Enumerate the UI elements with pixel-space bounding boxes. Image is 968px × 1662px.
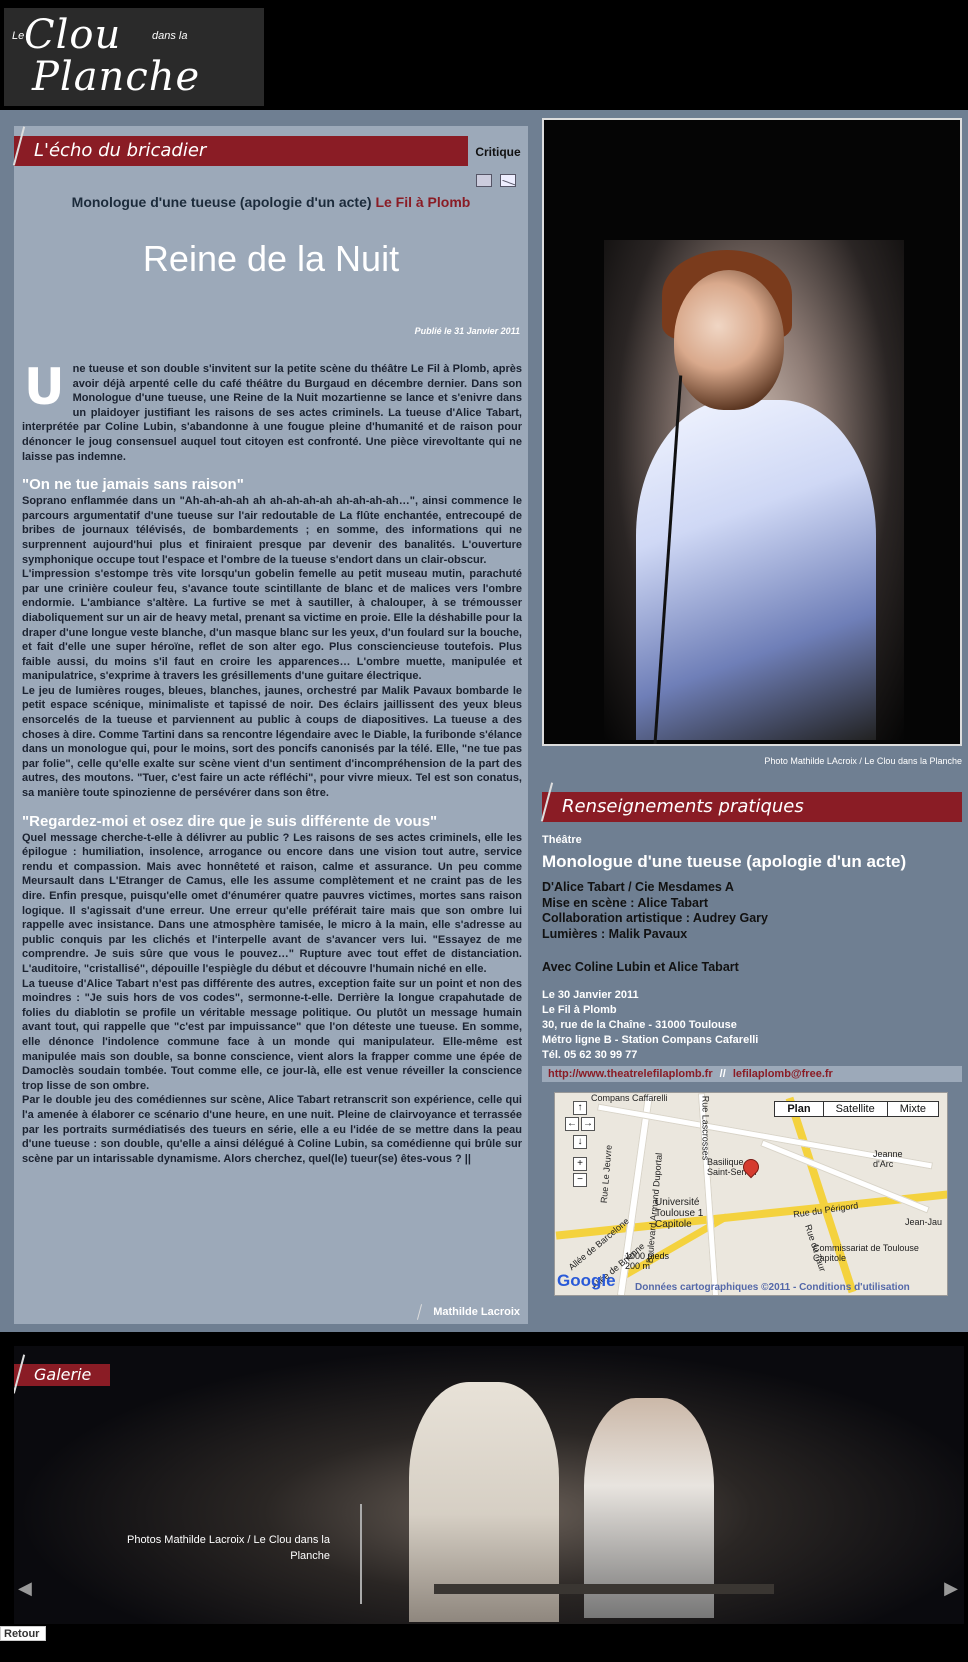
scale-meters: 200 m: [625, 1261, 651, 1271]
map-terms-link[interactable]: Données cartographiques ©2011 - Conditio…: [635, 1282, 910, 1293]
links-bar: http://www.theatrelefilaplomb.fr // lefi…: [542, 1066, 962, 1082]
section-banner-gallery: Galerie: [14, 1354, 110, 1394]
link-separator: //: [719, 1068, 726, 1080]
category-tag[interactable]: Critique: [468, 136, 528, 166]
article-body: U ne tueuse et son double s'invitent sur…: [22, 362, 522, 1166]
stage-table: [434, 1584, 774, 1594]
show-credits: D'Alice Tabart / Cie Mesdames A Mise en …: [542, 880, 768, 942]
map-satellite-button[interactable]: Satellite: [822, 1102, 887, 1116]
map-label: Université Toulouse 1 Capitole: [655, 1197, 704, 1230]
cast-line: Avec Coline Lubin et Alice Tabart: [542, 960, 739, 974]
pan-right-icon[interactable]: →: [581, 1117, 595, 1131]
subheading: "On ne tue jamais sans raison": [22, 476, 244, 494]
article-title: Reine de la Nuit: [142, 238, 400, 279]
credit-line: Collaboration artistique : Audrey Gary: [542, 911, 768, 925]
logo-text-le: Le: [12, 30, 25, 42]
banner-tick-icon: [12, 126, 26, 166]
page-footer: Retour: [0, 1624, 968, 1662]
scale-feet: 1000 pieds: [625, 1251, 670, 1261]
section-title: Galerie: [34, 1365, 92, 1384]
subheading: "Regardez-moi et osez dire que je suis d…: [22, 812, 438, 830]
venue-address: 30, rue de la Chaîne - 31000 Toulouse: [542, 1019, 737, 1031]
email-icon[interactable]: [500, 174, 516, 187]
website-link[interactable]: http://www.theatrelefilaplomb.fr: [548, 1068, 713, 1080]
gallery-prev-icon[interactable]: ◀: [18, 1578, 32, 1599]
article-paragraph: L'impression s'estompe très vite lorsqu'…: [22, 568, 522, 683]
performer-shirt: [636, 400, 876, 740]
venue-metro: Métro ligne B - Station Compans Cafarell…: [542, 1034, 759, 1046]
article-paragraph: Quel message cherche-t-elle à délivrer a…: [22, 831, 522, 975]
map-label: Jeanne d'Arc: [873, 1149, 903, 1169]
google-logo[interactable]: Google: [557, 1271, 616, 1291]
map-label: Commissariat de Toulouse Capitole: [813, 1243, 919, 1263]
logo-text-planche: Planche: [32, 54, 201, 100]
main-content: L'écho du bricadier Critique Monologue d…: [0, 110, 968, 1332]
article-panel: L'écho du bricadier Critique Monologue d…: [12, 126, 528, 1324]
zoom-in-icon[interactable]: +: [573, 1157, 587, 1171]
signature-tick-icon: [417, 1304, 423, 1320]
section-title: L'écho du bricadier: [34, 140, 207, 161]
map-label: Jean-Jau: [905, 1217, 943, 1227]
performer-head: [674, 270, 784, 410]
venue-link[interactable]: Le Fil à Plomb: [375, 194, 470, 210]
section-title: Renseignements pratiques: [562, 796, 804, 817]
email-link[interactable]: lefilaplomb@free.fr: [733, 1068, 833, 1080]
article-paragraph: Soprano enflammée dans un "Ah-ah-ah-ah a…: [22, 495, 522, 566]
gallery-next-icon[interactable]: ▶: [944, 1578, 958, 1599]
banner-tick-icon: [540, 782, 554, 822]
credit-line: Lumières : Malik Pavaux: [542, 926, 688, 941]
stage-lamp: [360, 1504, 394, 1604]
map-label: Rue Le Jeuvre: [598, 1144, 614, 1204]
map-mixte-button[interactable]: Mixte: [886, 1102, 938, 1116]
logo-text-dans: dans la: [152, 30, 188, 42]
credit-line: Mise en scène : Alice Tabart: [542, 895, 709, 910]
zoom-out-icon[interactable]: −: [573, 1173, 587, 1187]
article-tools: [476, 174, 516, 187]
section-banner-echo: L'écho du bricadier: [12, 126, 468, 166]
back-button[interactable]: Retour: [0, 1626, 46, 1641]
venue-phone: Tél. 05 62 30 99 77: [542, 1049, 638, 1061]
pan-down-icon[interactable]: ↓: [573, 1135, 587, 1149]
author-signature: Mathilde Lacroix: [417, 1304, 520, 1320]
article-paragraph: La tueuse d'Alice Tabart n'est pas diffé…: [22, 977, 522, 1092]
site-header: Le Clou dans la Planche: [0, 0, 968, 110]
dropcap: U: [24, 358, 65, 416]
venue-name: Le Fil à Plomb: [542, 1004, 617, 1016]
show-line: Monologue d'une tueuse (apologie d'un ac…: [14, 194, 528, 210]
article-paragraph: Par le double jeu des comédiennes sur sc…: [22, 1094, 522, 1165]
logo-text-clou: Clou: [24, 12, 122, 58]
show-photo[interactable]: [542, 118, 962, 746]
author-name: Mathilde Lacroix: [433, 1305, 520, 1318]
map-scale: 1000 pieds 200 m: [625, 1251, 669, 1271]
genre-label: Théâtre: [542, 834, 582, 846]
credit-line: D'Alice Tabart / Cie Mesdames A: [542, 880, 734, 894]
gallery-caption: Photos Mathilde Lacroix / Le Clou dans l…: [126, 1534, 330, 1562]
photo-credit: Photo Mathilde LAcroix / Le Clou dans la…: [764, 756, 962, 766]
publication-date: Publié le 31 Janvier 2011: [414, 326, 520, 336]
map-plan-button[interactable]: Plan: [775, 1102, 823, 1116]
map-type-control: Plan Satellite Mixte: [774, 1101, 939, 1117]
venue-info: Le 30 Janvier 2011 Le Fil à Plomb 30, ru…: [542, 988, 758, 1063]
section-banner-practical: Renseignements pratiques: [540, 782, 962, 822]
print-icon[interactable]: [476, 174, 492, 187]
pan-up-icon[interactable]: ↑: [573, 1101, 587, 1115]
article-lead: ne tueuse et son double s'invitent sur l…: [22, 363, 522, 463]
pan-left-icon[interactable]: ←: [565, 1117, 579, 1131]
show-date: Le 30 Janvier 2011: [542, 989, 639, 1001]
show-title: Monologue d'une tueuse (apologie d'un ac…: [71, 194, 372, 210]
photo-gallery: Galerie Photos Mathilde Lacroix / Le Clo…: [14, 1346, 964, 1624]
location-map[interactable]: Plan Satellite Mixte ↑ ← → ↓ + − Compans…: [554, 1092, 948, 1296]
show-info-title: Monologue d'une tueuse (apologie d'un ac…: [542, 852, 907, 871]
site-logo[interactable]: Le Clou dans la Planche: [4, 8, 264, 106]
map-label: Rue Lascrosses: [700, 1095, 711, 1161]
article-paragraph: Le jeu de lumières rouges, bleues, blanc…: [22, 684, 522, 800]
map-label: Compans Caffarelli: [591, 1093, 668, 1103]
